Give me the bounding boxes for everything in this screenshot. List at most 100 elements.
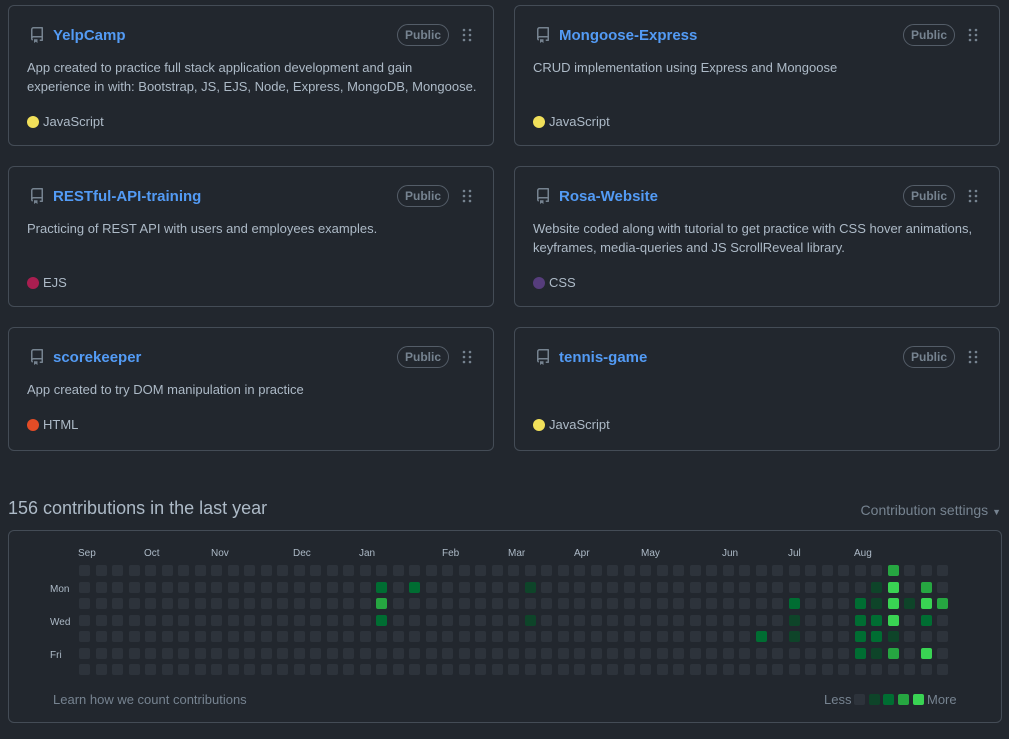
contribution-day-cell[interactable] xyxy=(359,581,371,593)
contribution-day-cell[interactable] xyxy=(392,631,404,642)
contribution-day-cell[interactable] xyxy=(128,598,140,609)
contribution-day-cell[interactable] xyxy=(838,664,849,675)
contribution-day-cell[interactable] xyxy=(425,647,437,659)
contribution-day-cell[interactable] xyxy=(640,631,651,642)
contribution-day-cell[interactable] xyxy=(260,581,272,593)
contribution-day-cell[interactable] xyxy=(392,598,404,609)
contribution-day-cell[interactable] xyxy=(838,614,849,626)
contribution-day-cell[interactable] xyxy=(904,614,915,626)
contribution-day-cell[interactable] xyxy=(722,664,734,675)
drag-handle-icon[interactable] xyxy=(967,188,979,204)
contribution-day-cell[interactable] xyxy=(590,598,602,609)
contribution-day-cell[interactable] xyxy=(689,631,701,642)
contribution-day-cell[interactable] xyxy=(211,664,222,675)
contribution-day-cell[interactable] xyxy=(458,565,470,576)
contribution-day-cell[interactable] xyxy=(326,664,338,675)
contribution-day-cell[interactable] xyxy=(194,598,206,609)
contribution-day-cell[interactable] xyxy=(260,647,272,659)
contribution-day-cell[interactable] xyxy=(772,631,783,642)
contribution-day-cell[interactable] xyxy=(920,614,932,626)
contribution-day-cell[interactable] xyxy=(788,664,800,675)
repo-name-link[interactable]: tennis-game xyxy=(559,349,647,366)
contribution-day-cell[interactable] xyxy=(310,565,321,576)
contribution-day-cell[interactable] xyxy=(161,647,173,659)
contribution-day-cell[interactable] xyxy=(541,664,552,675)
contribution-day-cell[interactable] xyxy=(112,664,123,675)
contribution-day-cell[interactable] xyxy=(755,614,767,626)
contribution-day-cell[interactable] xyxy=(788,647,800,659)
contribution-day-cell[interactable] xyxy=(904,631,915,642)
contribution-day-cell[interactable] xyxy=(425,581,437,593)
contribution-day-cell[interactable] xyxy=(722,598,734,609)
contribution-day-cell[interactable] xyxy=(904,565,915,576)
contribution-day-cell[interactable] xyxy=(244,647,255,659)
contribution-day-cell[interactable] xyxy=(871,614,882,626)
contribution-day-cell[interactable] xyxy=(211,614,222,626)
contribution-day-cell[interactable] xyxy=(211,598,222,609)
contribution-day-cell[interactable] xyxy=(574,598,585,609)
drag-handle-icon[interactable] xyxy=(461,349,473,365)
contribution-day-cell[interactable] xyxy=(409,565,420,576)
contribution-day-cell[interactable] xyxy=(475,565,486,576)
contribution-day-cell[interactable] xyxy=(95,598,107,609)
contribution-day-cell[interactable] xyxy=(821,664,833,675)
contribution-day-cell[interactable] xyxy=(95,581,107,593)
contribution-day-cell[interactable] xyxy=(145,565,156,576)
contribution-day-cell[interactable] xyxy=(112,565,123,576)
contribution-day-cell[interactable] xyxy=(392,614,404,626)
contribution-day-cell[interactable] xyxy=(491,647,503,659)
contribution-day-cell[interactable] xyxy=(293,598,305,609)
contribution-day-cell[interactable] xyxy=(376,598,387,609)
contribution-day-cell[interactable] xyxy=(805,581,816,593)
contribution-day-cell[interactable] xyxy=(689,581,701,593)
contribution-day-cell[interactable] xyxy=(211,581,222,593)
contribution-day-cell[interactable] xyxy=(343,565,354,576)
contribution-day-cell[interactable] xyxy=(524,581,536,593)
contribution-day-cell[interactable] xyxy=(194,647,206,659)
contribution-day-cell[interactable] xyxy=(359,614,371,626)
contribution-day-cell[interactable] xyxy=(706,614,717,626)
contribution-day-cell[interactable] xyxy=(326,647,338,659)
contribution-day-cell[interactable] xyxy=(623,614,635,626)
repo-name-link[interactable]: Rosa-Website xyxy=(559,188,658,205)
contribution-day-cell[interactable] xyxy=(689,565,701,576)
contribution-day-cell[interactable] xyxy=(722,647,734,659)
contribution-day-cell[interactable] xyxy=(425,565,437,576)
contribution-day-cell[interactable] xyxy=(326,565,338,576)
contribution-day-cell[interactable] xyxy=(112,647,123,659)
contribution-day-cell[interactable] xyxy=(871,631,882,642)
contribution-day-cell[interactable] xyxy=(293,664,305,675)
contribution-day-cell[interactable] xyxy=(887,565,899,576)
contribution-day-cell[interactable] xyxy=(95,647,107,659)
contribution-day-cell[interactable] xyxy=(854,647,866,659)
contribution-day-cell[interactable] xyxy=(557,565,569,576)
contribution-day-cell[interactable] xyxy=(788,614,800,626)
contribution-day-cell[interactable] xyxy=(409,631,420,642)
contribution-day-cell[interactable] xyxy=(376,631,387,642)
contribution-day-cell[interactable] xyxy=(590,581,602,593)
contribution-day-cell[interactable] xyxy=(739,565,750,576)
contribution-day-cell[interactable] xyxy=(178,598,189,609)
drag-handle-icon[interactable] xyxy=(461,188,473,204)
contribution-day-cell[interactable] xyxy=(343,581,354,593)
contribution-day-cell[interactable] xyxy=(491,614,503,626)
contribution-day-cell[interactable] xyxy=(590,631,602,642)
contribution-day-cell[interactable] xyxy=(772,565,783,576)
contribution-day-cell[interactable] xyxy=(409,598,420,609)
contribution-day-cell[interactable] xyxy=(277,565,288,576)
contribution-day-cell[interactable] xyxy=(854,664,866,675)
contribution-day-cell[interactable] xyxy=(95,631,107,642)
contribution-day-cell[interactable] xyxy=(343,664,354,675)
contribution-day-cell[interactable] xyxy=(772,581,783,593)
contribution-day-cell[interactable] xyxy=(260,614,272,626)
contribution-day-cell[interactable] xyxy=(706,598,717,609)
contribution-day-cell[interactable] xyxy=(772,647,783,659)
contribution-day-cell[interactable] xyxy=(112,631,123,642)
contribution-day-cell[interactable] xyxy=(244,631,255,642)
contribution-day-cell[interactable] xyxy=(343,631,354,642)
contribution-day-cell[interactable] xyxy=(227,614,239,626)
contribution-day-cell[interactable] xyxy=(574,614,585,626)
contribution-day-cell[interactable] xyxy=(425,598,437,609)
contribution-day-cell[interactable] xyxy=(887,647,899,659)
contribution-day-cell[interactable] xyxy=(524,631,536,642)
